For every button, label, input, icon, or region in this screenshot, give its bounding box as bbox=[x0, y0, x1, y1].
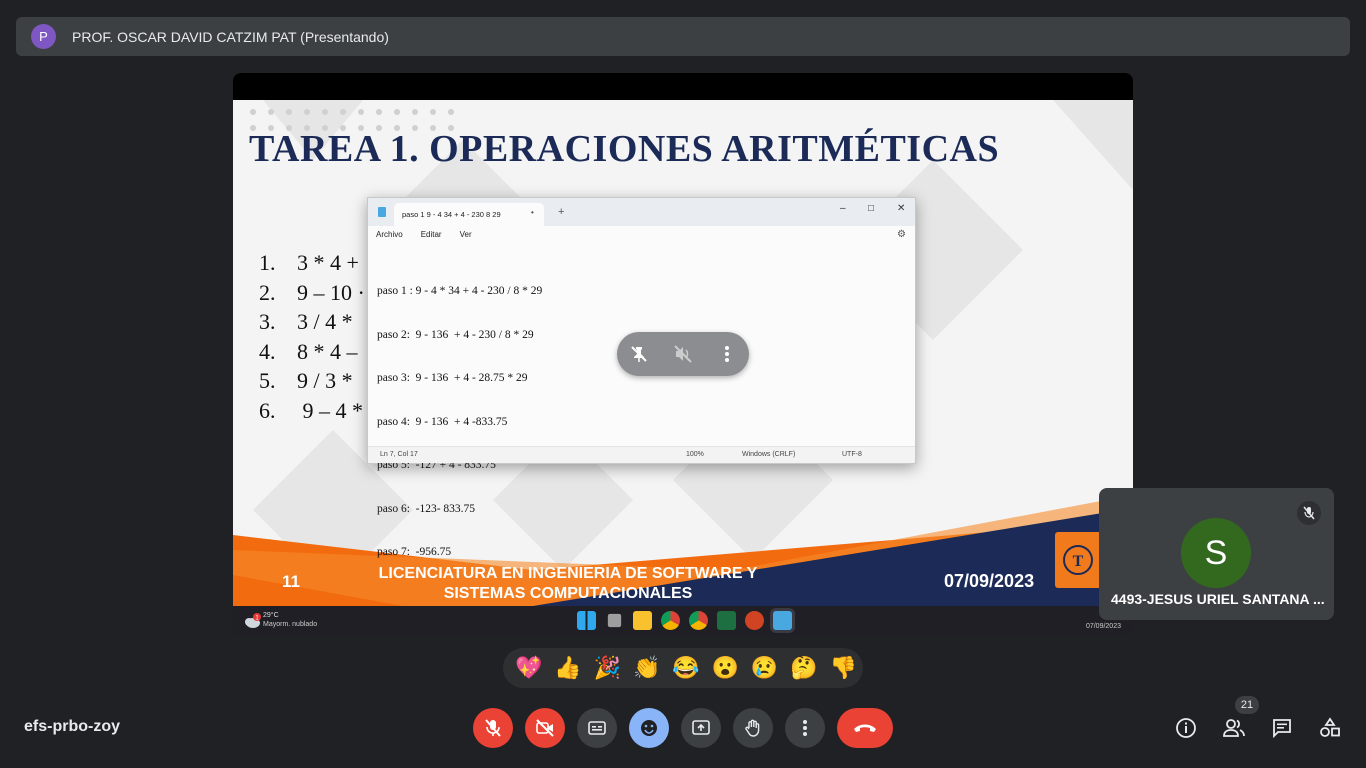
maximize-button[interactable]: □ bbox=[868, 203, 874, 214]
captions-button[interactable] bbox=[577, 708, 617, 748]
excel-icon[interactable] bbox=[717, 611, 736, 630]
camera-toggle-button[interactable] bbox=[525, 708, 565, 748]
participant-name: 4493-JESUS URIEL SANTANA ... bbox=[1111, 591, 1325, 607]
new-tab-button[interactable]: + bbox=[558, 206, 564, 218]
presenter-bar: P PROF. OSCAR DAVID CATZIM PAT (Presenta… bbox=[16, 17, 1350, 56]
menu-ver[interactable]: Ver bbox=[460, 230, 472, 239]
reaction-thinking[interactable]: 🤔 bbox=[784, 648, 823, 688]
mic-off-icon bbox=[485, 719, 501, 737]
raise-hand-button[interactable] bbox=[733, 708, 773, 748]
chat-button[interactable] bbox=[1269, 715, 1295, 741]
participant-avatar: S bbox=[1181, 518, 1251, 588]
info-icon bbox=[1176, 718, 1196, 738]
participant-tile[interactable]: S 4493-JESUS URIEL SANTANA ... bbox=[1099, 488, 1334, 620]
cursor-position: Ln 7, Col 17 bbox=[380, 451, 418, 458]
notepad-taskbar-icon[interactable] bbox=[773, 611, 792, 630]
menu-archivo[interactable]: Archivo bbox=[376, 230, 403, 239]
hand-icon bbox=[745, 719, 760, 737]
notepad-text-area[interactable]: paso 1 : 9 - 4 * 34 + 4 - 230 / 8 * 29 p… bbox=[377, 255, 542, 589]
text-line: paso 4: 9 - 136 + 4 -833.75 bbox=[377, 415, 508, 428]
encoding: UTF-8 bbox=[842, 451, 862, 458]
text-line: paso 3: 9 - 136 + 4 - 28.75 * 29 bbox=[377, 372, 528, 384]
shared-taskbar: 1 29°C Mayorm. nublado 05:5 07/09/2023 bbox=[233, 606, 1133, 636]
presenter-avatar: P bbox=[31, 24, 56, 49]
floating-share-controls bbox=[617, 332, 749, 376]
people-button[interactable] bbox=[1221, 715, 1247, 741]
notepad-app-icon bbox=[378, 207, 386, 217]
line-ending: Windows (CRLF) bbox=[742, 451, 796, 458]
reaction-thumbs-down[interactable]: 👎 bbox=[824, 648, 863, 688]
reaction-clapping[interactable]: 👏 bbox=[627, 648, 666, 688]
tab-unsaved-dot-icon[interactable]: • bbox=[531, 208, 534, 217]
windows-start-icon[interactable] bbox=[577, 611, 596, 630]
present-screen-button[interactable] bbox=[681, 708, 721, 748]
notepad-titlebar: paso 1 9 - 4 34 + 4 - 230 8 29 • + – □ ✕ bbox=[368, 198, 915, 226]
camera-off-icon bbox=[536, 719, 554, 737]
notepad-window: paso 1 9 - 4 34 + 4 - 230 8 29 • + – □ ✕… bbox=[367, 197, 916, 558]
reaction-sparkling-heart[interactable]: 💖 bbox=[509, 648, 548, 688]
end-call-icon bbox=[854, 724, 876, 732]
text-line: paso 2: 9 - 136 + 4 - 230 / 8 * 29 bbox=[377, 328, 534, 341]
notepad-menubar: Archivo Editar Ver ⚙ bbox=[368, 226, 915, 243]
minimize-button[interactable]: – bbox=[840, 203, 846, 214]
text-line: paso 1 : 9 - 4 * 34 + 4 - 230 / 8 * 29 bbox=[377, 285, 543, 297]
more-options-button[interactable] bbox=[785, 708, 825, 748]
reactions-bar: 💖 👍 🎉 👏 😂 😮 😢 🤔 👎 bbox=[503, 648, 863, 688]
menu-editar[interactable]: Editar bbox=[421, 230, 442, 239]
captions-icon bbox=[588, 721, 606, 735]
chrome-icon[interactable] bbox=[661, 611, 680, 630]
taskbar-apps bbox=[577, 611, 792, 630]
reaction-surprised[interactable]: 😮 bbox=[706, 648, 745, 688]
file-explorer-icon[interactable] bbox=[633, 611, 652, 630]
unpin-icon[interactable] bbox=[627, 342, 651, 366]
settings-gear-icon[interactable]: ⚙ bbox=[897, 229, 906, 240]
meeting-code: efs-prbo-zoy bbox=[24, 718, 120, 735]
meeting-info-button[interactable] bbox=[1173, 715, 1199, 741]
reaction-party-popper[interactable]: 🎉 bbox=[588, 648, 627, 688]
activities-button[interactable] bbox=[1317, 715, 1343, 741]
participant-count-badge: 21 bbox=[1235, 696, 1259, 714]
chrome-profile-icon[interactable] bbox=[689, 611, 708, 630]
close-button[interactable]: ✕ bbox=[897, 203, 905, 214]
weather-description: Mayorm. nublado bbox=[263, 621, 318, 628]
people-icon bbox=[1223, 719, 1245, 737]
university-logo: T bbox=[1055, 532, 1101, 588]
text-line: paso 7: -956.75 bbox=[377, 546, 452, 558]
notepad-tab[interactable]: paso 1 9 - 4 34 + 4 - 230 8 29 bbox=[394, 203, 544, 226]
text-line: paso 6: -123- 833.75 bbox=[377, 502, 476, 515]
mic-toggle-button[interactable] bbox=[473, 708, 513, 748]
reaction-thumbs-up[interactable]: 👍 bbox=[548, 648, 587, 688]
more-options-icon[interactable] bbox=[715, 342, 739, 366]
svg-text:T: T bbox=[1073, 553, 1084, 570]
weather-temperature: 29°C bbox=[263, 612, 279, 619]
notepad-statusbar: Ln 7, Col 17 100% Windows (CRLF) UTF-8 bbox=[368, 446, 915, 463]
presenter-name: PROF. OSCAR DAVID CATZIM PAT (Presentand… bbox=[72, 28, 389, 45]
task-view-icon[interactable] bbox=[607, 613, 622, 628]
mic-off-icon bbox=[1297, 501, 1321, 525]
present-icon bbox=[692, 720, 710, 735]
reaction-tears-of-joy[interactable]: 😂 bbox=[666, 648, 705, 688]
reaction-crying[interactable]: 😢 bbox=[745, 648, 784, 688]
zoom-level: 100% bbox=[686, 451, 704, 458]
weather-cloud-icon: 1 bbox=[245, 613, 261, 628]
activities-shapes-icon bbox=[1320, 717, 1340, 737]
chat-icon bbox=[1273, 719, 1291, 739]
leave-call-button[interactable] bbox=[837, 708, 893, 748]
mute-audio-icon[interactable] bbox=[671, 342, 695, 366]
more-vert-icon bbox=[803, 720, 807, 736]
slide-page-number: 11 bbox=[282, 572, 300, 591]
emoji-icon bbox=[641, 720, 657, 736]
powerpoint-icon[interactable] bbox=[745, 611, 764, 630]
slide-date: 07/09/2023 bbox=[944, 571, 1035, 591]
emoji-reactions-button[interactable] bbox=[629, 708, 669, 748]
